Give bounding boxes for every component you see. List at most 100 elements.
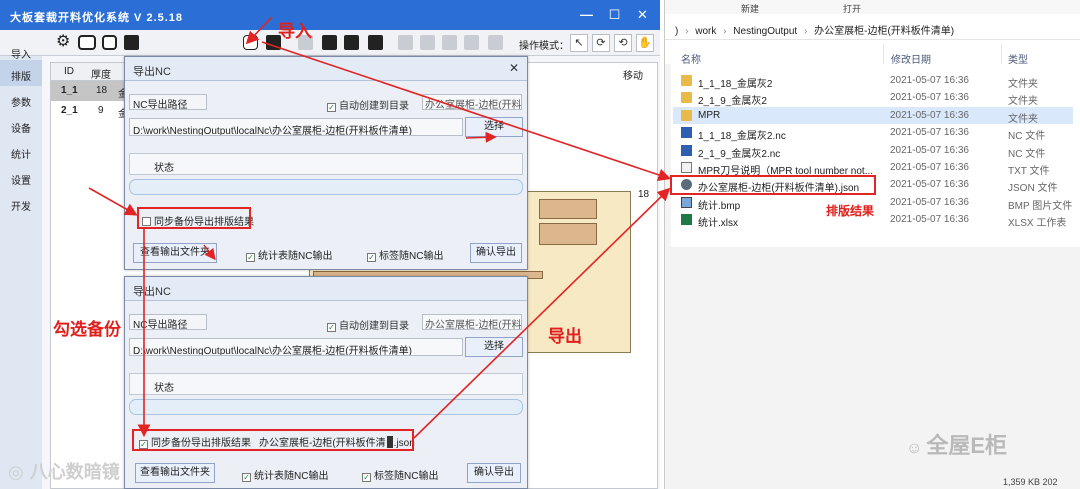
- col-type[interactable]: 类型: [1008, 51, 1028, 66]
- breadcrumb-item[interactable]: work: [695, 26, 716, 37]
- file-row[interactable]: MPR 2021-05-07 16:36 文件夹: [673, 106, 1073, 125]
- export-nc-icon[interactable]: [243, 35, 258, 50]
- export-nc-dialog-top: 导出NC ✕ NC导出路径 ✓ 自动创建到目录 办公室展柜-边柜(开料板 D:\w…: [124, 56, 528, 270]
- sidebar-item-stats[interactable]: 统计: [0, 138, 42, 164]
- view-output-folder-button[interactable]: 查看输出文件夹: [135, 463, 215, 483]
- image-icon[interactable]: [102, 35, 117, 50]
- rotate-part-icon[interactable]: [368, 35, 383, 50]
- stats-with-nc-checkbox[interactable]: ✓ 统计表随NC输出: [242, 467, 328, 482]
- txt-file-icon: [681, 162, 692, 173]
- maximize-icon[interactable]: ☐: [604, 4, 626, 26]
- rotate-mode-icon[interactable]: ⟳: [592, 34, 610, 52]
- gear-icon[interactable]: ⚙: [56, 34, 71, 50]
- annotation-export: 导出: [548, 327, 582, 346]
- nested-part[interactable]: [539, 199, 597, 219]
- breadcrumb[interactable]: ) › work › NestingOutput › 办公室展柜-边柜(开料板件…: [665, 16, 1080, 40]
- disabled-tool-icon: [442, 35, 457, 50]
- file-type: NC 文件: [1008, 148, 1046, 160]
- sidebar-item-devices[interactable]: 设备: [0, 112, 42, 138]
- file-row[interactable]: 1_1_18_金属灰2.nc 2021-05-07 16:36 NC 文件: [673, 124, 1073, 143]
- nc-path-field[interactable]: D:\work\NestingOutput\localNc\办公室展柜-边柜(开…: [129, 118, 463, 136]
- file-name: 2_1_9_金属灰2.nc: [698, 148, 781, 160]
- nc-file-icon: [681, 127, 692, 139]
- close-icon[interactable]: ✕: [509, 61, 519, 75]
- folder-name-field[interactable]: 办公室展柜-边柜(开料板: [422, 94, 522, 110]
- watermark-right: ☺ 全屋E柜: [906, 433, 1008, 458]
- dialog-title: 导出NC ✕: [125, 57, 527, 81]
- add-icon[interactable]: [322, 35, 337, 50]
- breadcrumb-item[interactable]: 办公室展柜-边柜(开料板件清单): [814, 26, 954, 37]
- file-name: MPR: [698, 109, 721, 121]
- col-name[interactable]: 名称: [681, 51, 701, 66]
- progress-bar: [129, 399, 523, 415]
- ribbon-new[interactable]: 新建: [741, 2, 759, 15]
- file-row[interactable]: 1_1_18_金属灰2 2021-05-07 16:36 文件夹: [673, 72, 1073, 90]
- ribbon-open[interactable]: 打开: [843, 2, 861, 15]
- table-row[interactable]: 1_1 18 金: [51, 81, 131, 101]
- file-row[interactable]: 2_1_9_金属灰2 2021-05-07 16:36 文件夹: [673, 89, 1073, 107]
- auto-create-checkbox[interactable]: ✓ 自动创建到目录: [327, 97, 409, 112]
- check-icon: ✓: [246, 253, 255, 262]
- file-row[interactable]: MPR刀号说明（MPR tool number not... 2021-05-07…: [673, 159, 1073, 177]
- column-divider[interactable]: [1001, 44, 1002, 64]
- nc-path-field[interactable]: D:\work\NestingOutput\localNc\办公室展柜-边柜(开…: [129, 338, 463, 356]
- xlsx-file-icon: [681, 214, 692, 226]
- stats-with-nc-checkbox[interactable]: ✓ 统计表随NC输出: [246, 247, 332, 262]
- file-explorer: 新建 打开 ) › work › NestingOutput › 办公室展柜-边…: [664, 0, 1080, 489]
- layers-icon[interactable]: [78, 35, 96, 50]
- nav-pane-edge: [665, 64, 671, 264]
- sidebar-item-dev[interactable]: 开发: [0, 190, 42, 216]
- wechat-icon: ☺: [906, 440, 923, 457]
- file-name: 1_1_18_金属灰2: [698, 79, 773, 90]
- label-with-nc-checkbox[interactable]: ✓ 标签随NC输出: [367, 247, 443, 262]
- sidebar-item-settings[interactable]: 设置: [0, 164, 42, 190]
- choose-button[interactable]: 选择: [465, 117, 523, 137]
- nc-path-label: NC导出路径: [129, 314, 207, 331]
- cursor-mode-icon[interactable]: ↖: [570, 34, 588, 52]
- report-icon[interactable]: [124, 35, 139, 50]
- choose-button[interactable]: 选择: [465, 337, 523, 357]
- nc-path-label: NC导出路径: [129, 94, 207, 111]
- col-thickness: 厚度: [91, 70, 111, 81]
- file-row[interactable]: 2_1_9_金属灰2.nc 2021-05-07 16:36 NC 文件: [673, 142, 1073, 160]
- folder-icon: [681, 75, 692, 86]
- watermark-logo-icon: ◎: [8, 462, 24, 482]
- rotate-back-mode-icon[interactable]: ⟲: [614, 34, 632, 52]
- check-icon: ✓: [242, 473, 251, 482]
- annotation-import: 导入: [278, 22, 312, 41]
- minimize-icon[interactable]: —: [576, 4, 598, 26]
- annotation-check-backup: 勾选备份: [53, 320, 121, 339]
- file-type: 文件夹: [1008, 79, 1038, 90]
- sidebar-item-params[interactable]: 参数: [0, 86, 42, 112]
- file-date: 2021-05-07 16:36: [890, 162, 969, 173]
- dimension-label: 18: [638, 189, 650, 200]
- operation-mode-label: 操作模式：: [519, 41, 569, 52]
- chevron-right-icon: ›: [804, 26, 808, 37]
- nc-file-icon: [681, 144, 692, 156]
- file-name: 1_1_18_金属灰2.nc: [698, 131, 786, 143]
- progress-bar: [129, 179, 523, 195]
- file-date: 2021-05-07 16:36: [890, 127, 969, 139]
- disabled-tool-icon: [464, 35, 479, 50]
- file-date: 2021-05-07 16:36: [890, 109, 969, 121]
- close-icon[interactable]: ✕: [632, 4, 654, 26]
- label-with-nc-checkbox[interactable]: ✓ 标签随NC输出: [362, 467, 438, 482]
- nested-part[interactable]: [539, 223, 597, 245]
- file-date: 2021-05-07 16:36: [890, 179, 969, 191]
- remove-icon[interactable]: [344, 35, 359, 50]
- view-output-folder-button[interactable]: 查看输出文件夹: [133, 243, 217, 263]
- confirm-export-button[interactable]: 确认导出: [467, 463, 521, 483]
- column-divider[interactable]: [883, 44, 884, 64]
- app-title: 大板套裁开料优化系统 V 2.5.18: [10, 12, 184, 24]
- check-icon: ✓: [367, 253, 376, 262]
- confirm-export-button[interactable]: 确认导出: [470, 243, 522, 263]
- auto-create-checkbox[interactable]: ✓ 自动创建到目录: [327, 317, 409, 332]
- hand-mode-icon[interactable]: ✋: [636, 34, 654, 52]
- main-toolbar: ⚙ 操作模式： ↖ ⟳ ⟲ ✋: [0, 30, 660, 56]
- table-row[interactable]: 2_1 9 金: [51, 101, 131, 121]
- col-date[interactable]: 修改日期: [891, 51, 931, 66]
- file-name: 统计.bmp: [698, 200, 741, 212]
- sidebar-item-layout[interactable]: 排版: [0, 60, 42, 86]
- breadcrumb-item[interactable]: NestingOutput: [733, 26, 797, 37]
- folder-name-field[interactable]: 办公室展柜-边柜(开料板: [422, 314, 522, 330]
